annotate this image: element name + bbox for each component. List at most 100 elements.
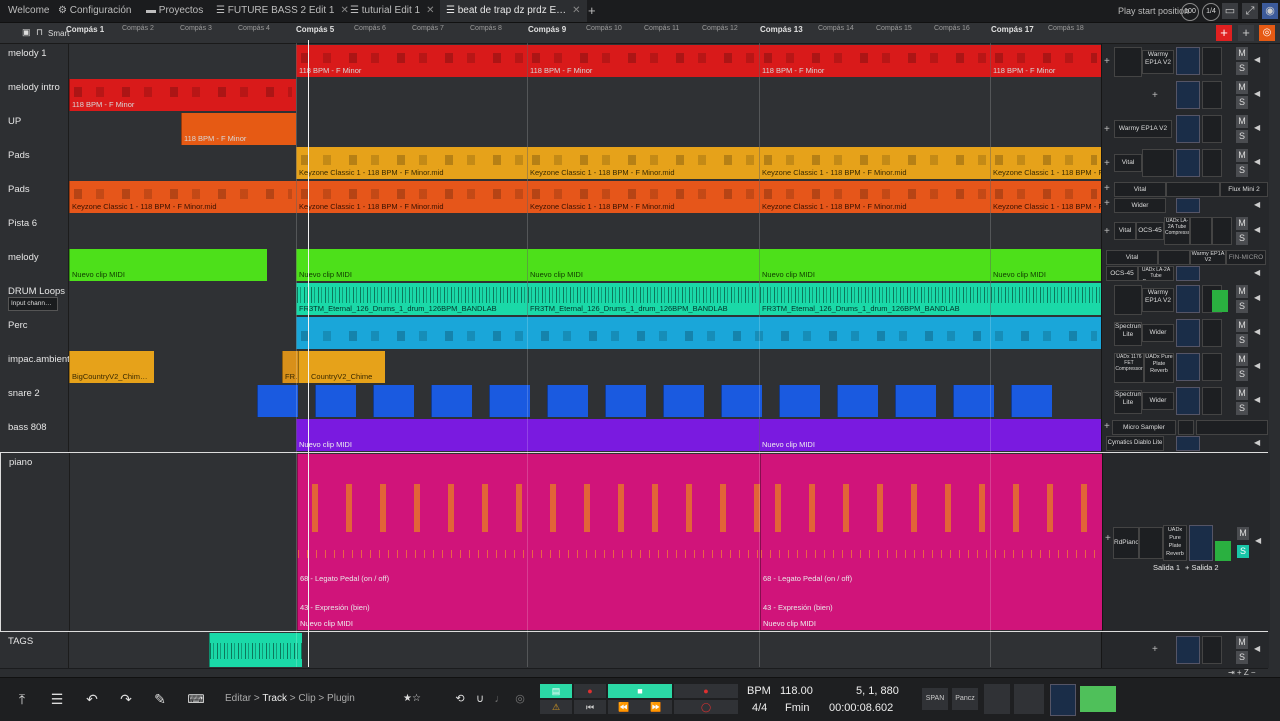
plugin-1176[interactable]: UADx 1176 FET Compressor bbox=[1114, 353, 1144, 383]
audio-clip[interactable]: BigCountryV2_Chim… bbox=[69, 351, 154, 383]
headphones-icon[interactable]: ◎ bbox=[1259, 25, 1275, 41]
window-icon[interactable]: ▭ bbox=[1222, 3, 1238, 19]
plugin-eq-graph[interactable] bbox=[1114, 47, 1142, 77]
plugin-rdpiano[interactable]: RdPiano bbox=[1113, 527, 1139, 559]
automation-label[interactable]: 43 - Expresión (bien) bbox=[763, 603, 833, 612]
pancz-button[interactable]: Pancz bbox=[952, 688, 978, 710]
add-folder-button[interactable]: + bbox=[1238, 25, 1254, 41]
plugin-la2a[interactable]: UADx LA-2A Tube Compressor bbox=[1138, 266, 1174, 281]
volume-meter[interactable] bbox=[1176, 81, 1200, 109]
midi-clip[interactable] bbox=[257, 385, 298, 417]
pan-control[interactable] bbox=[1202, 115, 1222, 143]
undo-icon[interactable]: ↶ bbox=[82, 690, 102, 708]
track-lane[interactable]: FR3TM_Eternal_126_Drums_1_drum_126BPM_BA… bbox=[69, 282, 1101, 316]
speaker-icon[interactable]: ◀ bbox=[1254, 54, 1264, 66]
volume-meter[interactable] bbox=[1176, 285, 1200, 313]
speaker-icon[interactable]: ◀ bbox=[1254, 224, 1264, 236]
audio-clip[interactable]: FR3TM_Eternal_126_Drums_1_drum_126BPM_BA… bbox=[296, 283, 528, 315]
solo-button[interactable]: S bbox=[1236, 62, 1248, 75]
midi-clip[interactable]: Nuevo clip MIDI bbox=[990, 249, 1101, 281]
mute-button[interactable]: M bbox=[1236, 115, 1248, 128]
key-signature[interactable]: Fmin bbox=[785, 702, 809, 714]
midi-clip[interactable] bbox=[547, 385, 588, 417]
punch-icon[interactable]: ◎ bbox=[510, 690, 530, 708]
plugin-warmy[interactable]: Warmy EP1A V2 bbox=[1190, 250, 1226, 265]
plugin-curve[interactable] bbox=[1158, 250, 1190, 265]
pan-control[interactable] bbox=[1202, 636, 1222, 664]
mute-button[interactable]: M bbox=[1237, 527, 1249, 540]
speaker-icon[interactable]: ◀ bbox=[1254, 437, 1264, 449]
volume-meter[interactable] bbox=[1176, 636, 1200, 664]
mute-button[interactable]: M bbox=[1236, 319, 1248, 332]
mute-button[interactable]: M bbox=[1236, 81, 1248, 94]
midi-clip[interactable]: Keyzone Classic 1 - 118 BPM - F Minor.mi… bbox=[759, 147, 991, 179]
record-button[interactable]: ● bbox=[674, 684, 738, 698]
volume-meter[interactable] bbox=[1176, 319, 1200, 347]
automation-label[interactable]: 68 - Legato Pedal (on / off) bbox=[763, 574, 852, 583]
automation-label[interactable]: 68 - Legato Pedal (on / off) bbox=[300, 574, 389, 583]
redo-icon[interactable]: ↷ bbox=[116, 690, 136, 708]
time-readout[interactable]: 00:00:08.602 bbox=[829, 702, 893, 714]
mute-button[interactable]: M bbox=[1236, 636, 1248, 649]
audio-clip[interactable]: 118 BPM - F Minor bbox=[181, 113, 296, 145]
add-plugin-button[interactable]: + bbox=[1104, 198, 1110, 209]
midi-clip[interactable] bbox=[315, 385, 356, 417]
midi-clip[interactable] bbox=[431, 385, 472, 417]
track-lane[interactable]: 68 - Legato Pedal (on / off) 43 - Expres… bbox=[70, 453, 1102, 631]
rewind-start-button[interactable]: ⏮ bbox=[574, 700, 606, 714]
audio-clip[interactable] bbox=[990, 283, 1101, 315]
playhead[interactable] bbox=[308, 40, 309, 667]
solo-button[interactable]: S bbox=[1236, 368, 1248, 381]
midi-clip[interactable]: Keyzone Classic 1 - 118 BPM - F Minor.mi… bbox=[527, 147, 760, 179]
mute-button[interactable]: M bbox=[1236, 353, 1248, 366]
plugin-curve[interactable] bbox=[1196, 420, 1268, 435]
midi-clip[interactable]: Nuevo clip MIDI bbox=[69, 249, 267, 281]
speaker-icon[interactable]: ◀ bbox=[1254, 199, 1264, 211]
track-melody-intro[interactable]: melody intro 118 BPM - F Minor + M S ◀ bbox=[0, 78, 1269, 113]
track-header[interactable]: Pads bbox=[0, 180, 69, 214]
track-up[interactable]: UP 118 BPM - F Minor + Warmy EP1A V2 M S… bbox=[0, 112, 1269, 147]
tab-settings[interactable]: ⚙ Configuración bbox=[58, 0, 131, 22]
plugin-wider[interactable]: Wider bbox=[1142, 324, 1174, 342]
solo-button[interactable]: S bbox=[1236, 96, 1248, 109]
plugin-spectrum[interactable]: Spectrum Lite bbox=[1114, 322, 1142, 346]
midi-clip[interactable] bbox=[721, 385, 762, 417]
automation-label[interactable]: 43 - Expresión (bien) bbox=[300, 603, 370, 612]
midi-clip[interactable]: Nuevo clip MIDI bbox=[527, 249, 760, 281]
track-bass-808[interactable]: bass 808 Nuevo clip MIDI Nuevo clip MIDI… bbox=[0, 418, 1269, 453]
speaker-icon[interactable]: ◀ bbox=[1254, 156, 1264, 168]
zoom-dial[interactable]: 100 bbox=[1181, 3, 1199, 21]
midi-clip[interactable]: Nuevo clip MIDI bbox=[759, 249, 991, 281]
save-icon[interactable]: ▣ bbox=[22, 27, 31, 38]
track-header[interactable]: Pads bbox=[0, 146, 69, 180]
volume-meter[interactable] bbox=[1176, 149, 1200, 177]
mute-button[interactable]: M bbox=[1236, 47, 1248, 60]
audio-clip[interactable]: 118 BPM - F Minor bbox=[296, 45, 528, 77]
volume-meter[interactable] bbox=[1176, 47, 1200, 75]
track-impac-ambient[interactable]: impac.ambient BigCountryV2_Chim… FR… Cou… bbox=[0, 350, 1269, 385]
punch-record-button[interactable]: ◯ bbox=[674, 700, 738, 714]
track-header[interactable]: melody bbox=[0, 248, 69, 282]
menu-icon[interactable]: ☰ bbox=[47, 690, 67, 708]
audio-clip[interactable]: FR3TM_Eternal_126_Drums_1_drum_126BPM_BA… bbox=[759, 283, 991, 315]
snap-icon[interactable]: ⊓ bbox=[36, 27, 43, 38]
add-plugin-button[interactable]: + bbox=[1152, 644, 1158, 655]
audio-clip[interactable]: 118 BPM - F Minor bbox=[69, 79, 296, 111]
track-header[interactable]: UP bbox=[0, 112, 69, 146]
add-plugin-button[interactable]: + bbox=[1104, 158, 1110, 169]
volume-meter[interactable] bbox=[1176, 387, 1200, 415]
speaker-icon[interactable]: ◀ bbox=[1254, 643, 1264, 655]
tab-projects[interactable]: ▬ Proyectos bbox=[146, 0, 203, 22]
track-lane[interactable]: Nuevo clip MIDI Nuevo clip MIDI Nuevo cl… bbox=[69, 248, 1101, 282]
add-track-button[interactable]: + bbox=[1216, 25, 1232, 41]
rewind-button[interactable]: ⏪ bbox=[608, 700, 640, 714]
speaker-icon[interactable]: ◀ bbox=[1254, 326, 1264, 338]
track-pads[interactable]: Pads Keyzone Classic 1 - 118 BPM - F Min… bbox=[0, 146, 1269, 181]
pan-control[interactable] bbox=[1202, 149, 1222, 177]
midi-clip[interactable]: Nuevo clip MIDI bbox=[759, 419, 1101, 451]
midi-clip[interactable] bbox=[953, 385, 994, 417]
track-lane[interactable] bbox=[69, 214, 1101, 248]
midi-clip[interactable] bbox=[373, 385, 414, 417]
speaker-icon[interactable]: ◀ bbox=[1254, 267, 1264, 279]
speaker-icon[interactable]: ◀ bbox=[1254, 394, 1264, 406]
